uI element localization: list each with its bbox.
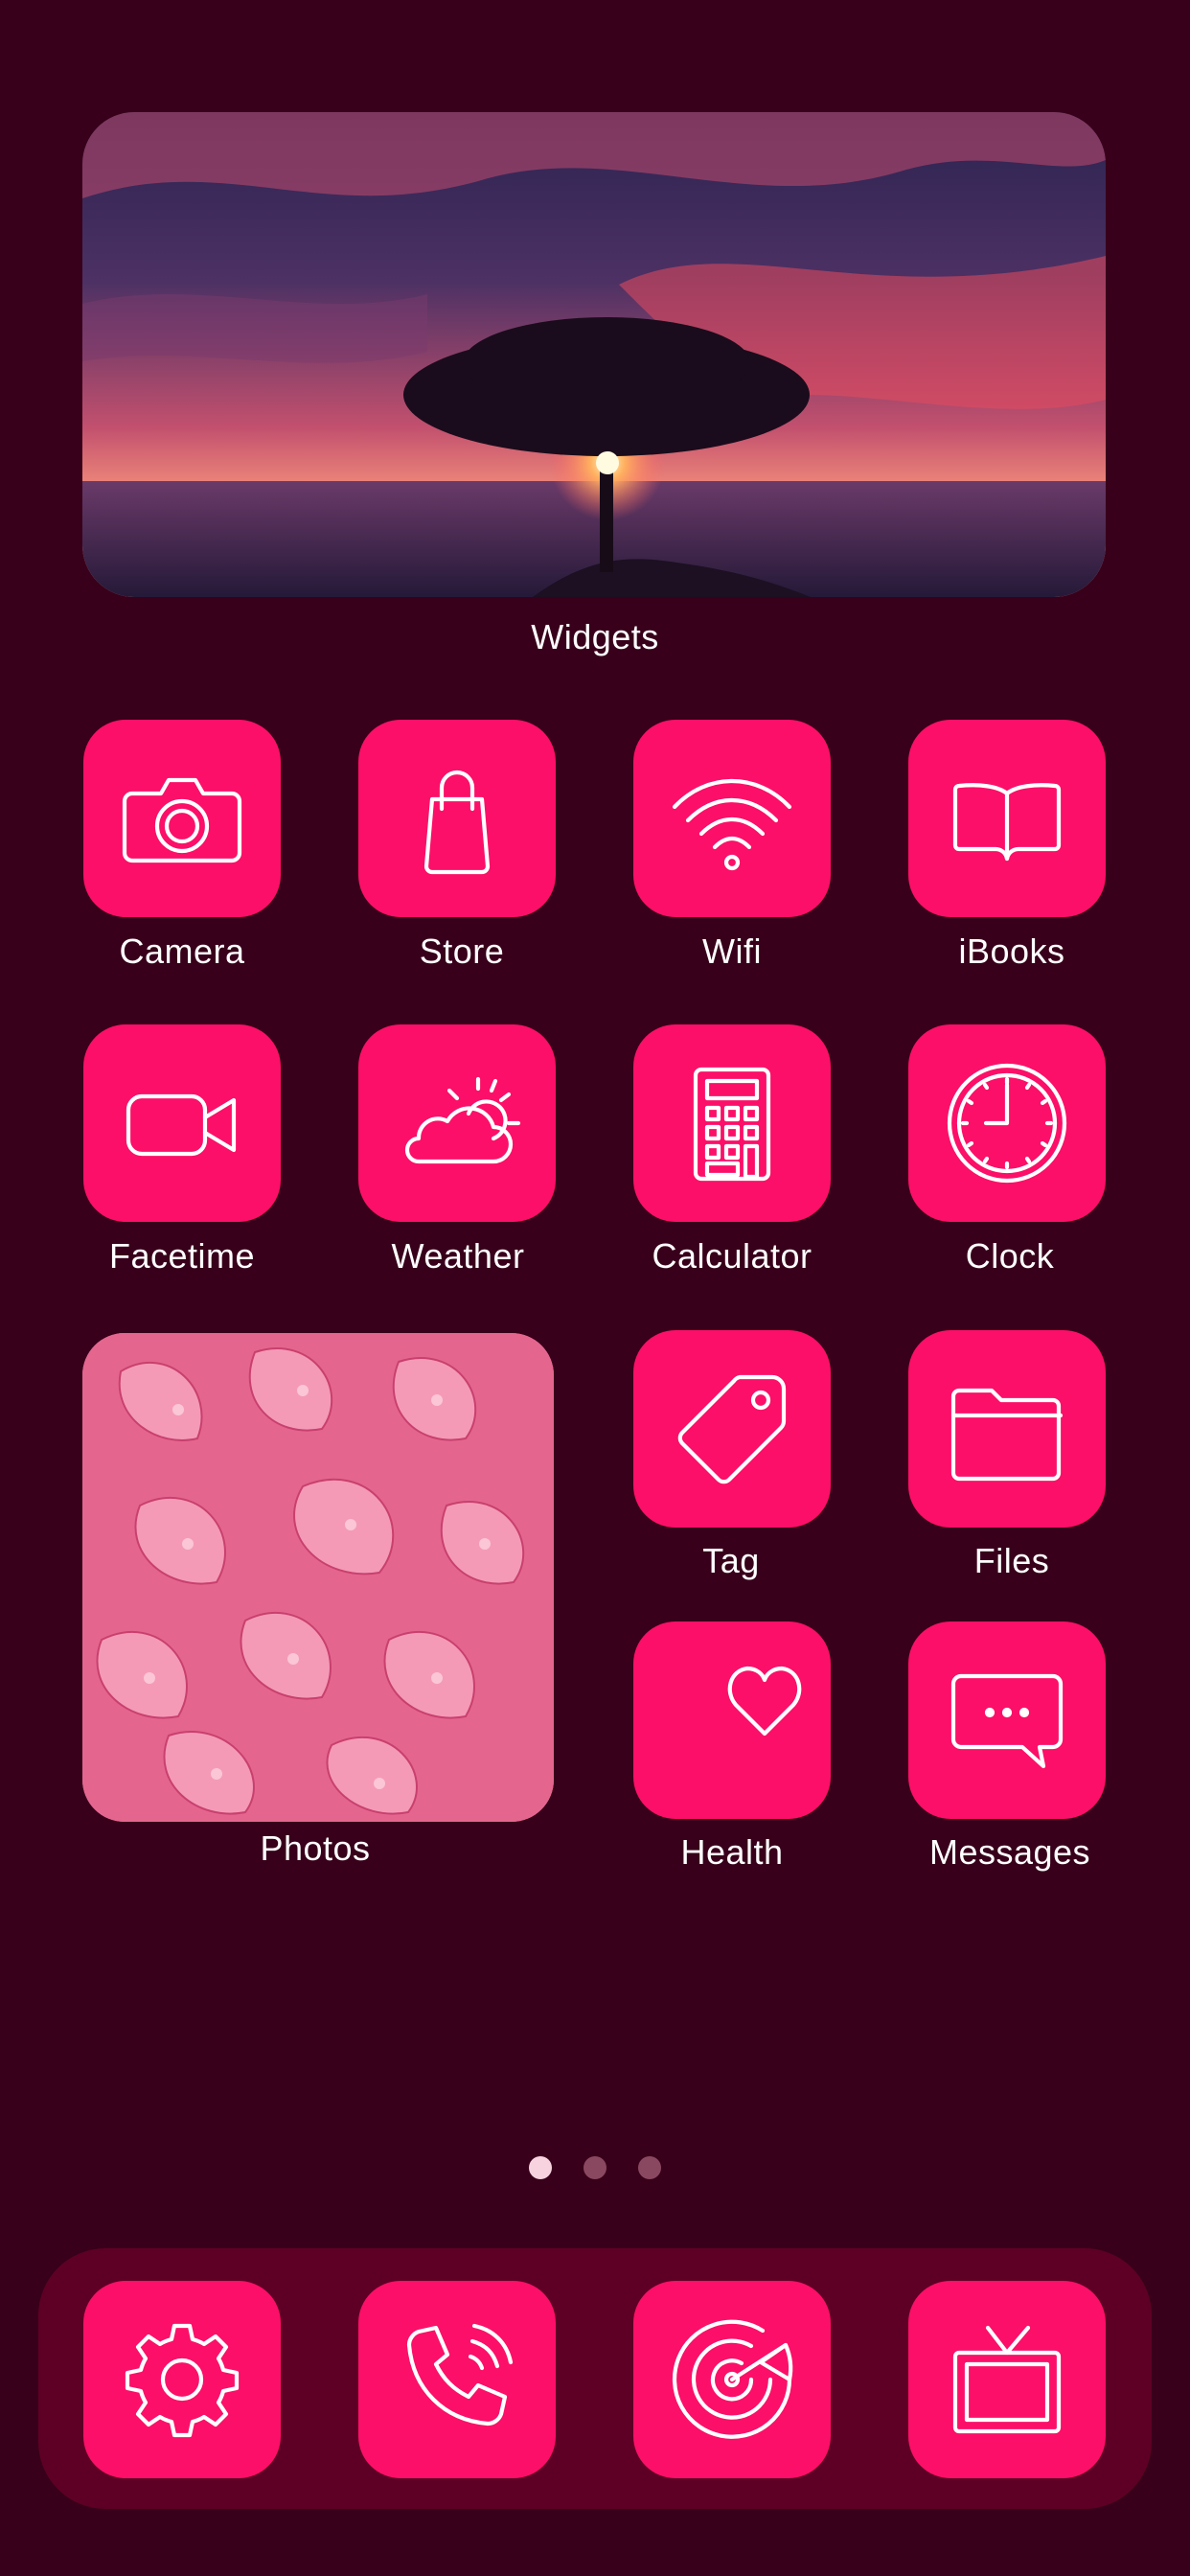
calculator-app-button[interactable] (633, 1024, 831, 1222)
files-app-button[interactable] (908, 1330, 1106, 1528)
wifi-app-button[interactable] (633, 720, 831, 917)
tag-app-button[interactable] (633, 1330, 831, 1528)
radar-icon (672, 2319, 793, 2439)
radar-dock-button[interactable] (633, 2281, 831, 2478)
weather-label: Weather (391, 1236, 525, 1276)
sunset-tree-image (82, 112, 1106, 597)
widgets-label: Widgets (531, 617, 659, 656)
wifi-label: Wifi (702, 932, 762, 971)
folder-icon (950, 1388, 1064, 1482)
files-label: Files (973, 1541, 1050, 1580)
camera-label: Camera (119, 932, 245, 971)
weather-app-button[interactable] (358, 1024, 556, 1222)
message-bubble-icon (950, 1673, 1064, 1769)
health-label: Health (680, 1832, 784, 1872)
tag-label: Tag (702, 1541, 760, 1580)
tv-dock-button[interactable] (908, 2281, 1106, 2478)
clock-label: Clock (965, 1236, 1055, 1276)
heart-icon (727, 1666, 802, 1736)
clock-icon (947, 1063, 1067, 1184)
store-label: Store (419, 932, 505, 971)
page-dot-3[interactable] (638, 2156, 661, 2179)
page-dot-2[interactable] (584, 2156, 606, 2179)
widget-sunset-photo[interactable] (82, 112, 1106, 597)
tag-icon (677, 1374, 787, 1484)
ibooks-app-button[interactable] (908, 720, 1106, 917)
photos-widget[interactable] (82, 1333, 554, 1822)
camera-app-button[interactable] (83, 720, 281, 917)
phone-dock-button[interactable] (358, 2281, 556, 2478)
health-app-button[interactable] (633, 1622, 831, 1819)
calculator-icon (693, 1067, 771, 1182)
page-dot-1[interactable] (529, 2156, 552, 2179)
calculator-label: Calculator (652, 1236, 812, 1276)
facetime-label: Facetime (108, 1236, 256, 1276)
wifi-icon (672, 779, 792, 871)
weather-sun-cloud-icon (404, 1076, 521, 1164)
video-camera-icon (126, 1093, 237, 1157)
store-app-button[interactable] (358, 720, 556, 917)
phone-icon (406, 2323, 514, 2426)
clock-app-button[interactable] (908, 1024, 1106, 1222)
messages-label: Messages (928, 1832, 1091, 1872)
book-icon (952, 783, 1062, 862)
camera-icon (122, 777, 242, 863)
pink-flowers-image (82, 1333, 554, 1822)
ibooks-label: iBooks (958, 932, 1065, 971)
settings-dock-button[interactable] (83, 2281, 281, 2478)
shopping-bag-icon (423, 770, 491, 875)
gear-icon (125, 2323, 240, 2438)
tv-icon (952, 2325, 1062, 2434)
photos-label: Photos (260, 1828, 371, 1868)
facetime-app-button[interactable] (83, 1024, 281, 1222)
messages-app-button[interactable] (908, 1622, 1106, 1819)
